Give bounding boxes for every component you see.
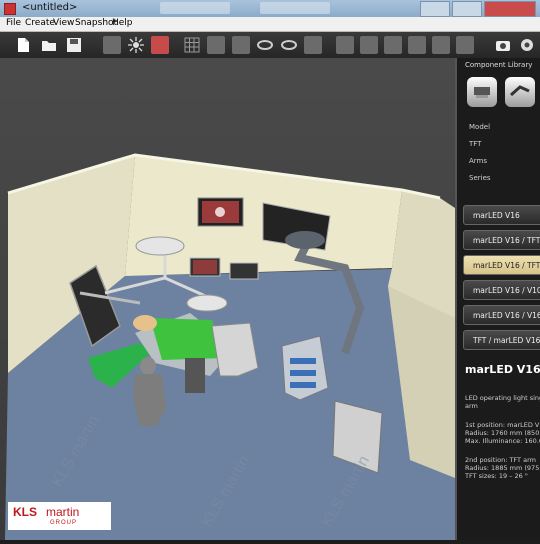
light-burst-icon[interactable] [127, 36, 145, 54]
menu-file[interactable]: File [6, 18, 21, 28]
rotate-icon[interactable] [256, 36, 274, 54]
filter-arms[interactable]: Arms [469, 157, 487, 165]
filter-tft[interactable]: TFT [469, 140, 481, 148]
move-icon[interactable] [103, 36, 121, 54]
detail-pos1-line: Radius: 1760 mm (850 m [465, 429, 540, 437]
operating-light-1 [135, 236, 185, 256]
orbit-icon[interactable] [280, 36, 298, 54]
product-item[interactable]: marLED V16 / TFT D [463, 230, 540, 250]
detail-desc-line: arm [465, 402, 478, 410]
delete-icon[interactable] [151, 36, 169, 54]
filter-series[interactable]: Series [469, 174, 491, 182]
snapshot-icon[interactable] [494, 36, 512, 54]
window-title: <untitled> [22, 2, 78, 13]
product-item[interactable]: marLED V16 / V10 [463, 280, 540, 300]
operating-light-2 [186, 294, 228, 312]
medical-tower [281, 335, 329, 401]
minimize-button[interactable] [420, 1, 450, 17]
operating-room-scene: KLS martin KLS martin KLS martin [0, 58, 455, 540]
patient-head [133, 315, 157, 331]
product-item-selected[interactable]: marLED V16 / TFT [463, 255, 540, 275]
kls-martin-logo: KLS martin GROUP [8, 502, 111, 530]
maximize-button[interactable] [452, 1, 482, 17]
view-perspective-icon[interactable] [408, 36, 426, 54]
app-icon [4, 3, 16, 15]
view-back-icon[interactable] [384, 36, 402, 54]
menu-bar: File Create View Snapshot Help [0, 17, 540, 32]
view-iso-icon[interactable] [360, 36, 378, 54]
view-front-icon[interactable] [304, 36, 322, 54]
ceiling-light-icon[interactable] [467, 77, 497, 107]
zoom-fit-icon[interactable] [432, 36, 450, 54]
menu-view[interactable]: View [53, 18, 74, 28]
detail-pos2-line: TFT sizes: 19 – 26 " [465, 472, 528, 480]
menu-snapshot[interactable]: Snapshot [75, 18, 117, 28]
product-item[interactable]: TFT / marLED V16 / [463, 330, 540, 350]
new-icon[interactable] [14, 36, 32, 54]
detail-pos1-line: Max. Illuminance: 160.0 [465, 437, 540, 445]
view-right-icon[interactable] [336, 36, 354, 54]
grid-icon[interactable] [183, 36, 201, 54]
detail-pos2-line: Radius: 1885 mm (975 m [465, 464, 540, 472]
product-item[interactable]: marLED V16 / V16 [463, 305, 540, 325]
menu-create[interactable]: Create [25, 18, 55, 28]
detail-pos2-line: 2nd position: TFT arm [465, 456, 536, 464]
3d-viewport[interactable]: KLS martin KLS martin KLS martin [0, 58, 455, 540]
panel-title: Component Library [465, 61, 533, 69]
product-detail-title: marLED V16 / [465, 363, 540, 376]
arm-icon[interactable] [505, 77, 535, 107]
toolbar [0, 32, 540, 59]
save-icon[interactable] [65, 36, 83, 54]
view-left-icon[interactable] [232, 36, 250, 54]
open-icon[interactable] [40, 36, 58, 54]
close-button[interactable] [484, 1, 536, 17]
settings-icon[interactable] [518, 36, 536, 54]
detail-desc-line: LED operating light singl [465, 394, 540, 402]
view-top-icon[interactable] [207, 36, 225, 54]
detail-pos1-line: 1st position: marLED V1 [465, 421, 540, 429]
filter-model[interactable]: Model [469, 123, 490, 131]
menu-help[interactable]: Help [112, 18, 133, 28]
window-title-bar: <untitled> [0, 0, 540, 17]
pendant-light [285, 231, 325, 249]
component-library-panel: Component Library Model TFT Arms Series … [455, 58, 540, 540]
background-tab [260, 2, 330, 14]
zoom-fit-2-icon[interactable] [456, 36, 474, 54]
background-tab [160, 2, 230, 14]
product-item[interactable]: marLED V16 [463, 205, 540, 225]
